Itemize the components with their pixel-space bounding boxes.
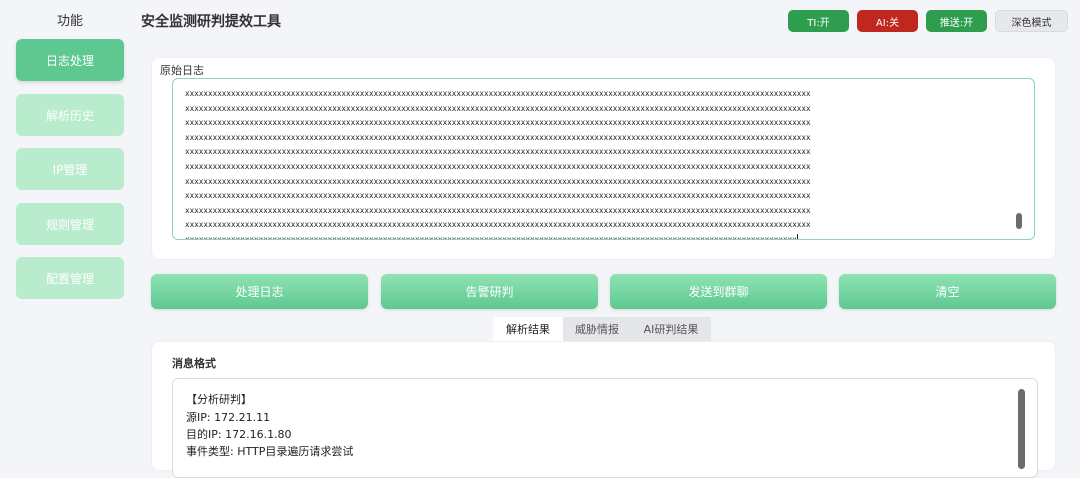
log-line: xxxxxxxxxxxxxxxxxxxxxxxxxxxxxxxxxxxxxxxx… xyxy=(185,118,811,128)
sidebar-item-ip-management[interactable]: IP管理 xyxy=(16,148,124,190)
log-line: xxxxxxxxxxxxxxxxxxxxxxxxxxxxxxxxxxxxxxxx… xyxy=(185,205,811,215)
result-card: 消息格式 【分析研判】 源IP: 172.21.11 目的IP: 172.16.… xyxy=(151,341,1056,478)
text-caret xyxy=(796,234,798,239)
tab-ai-result[interactable]: AI研判结果 xyxy=(631,317,711,341)
raw-log-scrollbar[interactable] xyxy=(1016,213,1022,229)
push-toggle-button[interactable]: 推送:开 xyxy=(926,10,987,32)
log-line: xxxxxxxxxxxxxxxxxxxxxxxxxxxxxxxxxxxxxxxx… xyxy=(185,220,811,230)
result-textarea[interactable]: 【分析研判】 源IP: 172.21.11 目的IP: 172.16.1.80 … xyxy=(172,378,1038,478)
log-line: xxxxxxxxxxxxxxxxxxxxxxxxxxxxxxxxxxxxxxxx… xyxy=(185,161,811,171)
log-line: xxxxxxxxxxxxxxxxxxxxxxxxxxxxxxxxxxxxxxxx… xyxy=(185,89,811,98)
message-format-label: 消息格式 xyxy=(172,357,216,370)
dark-mode-button[interactable]: 深色模式 xyxy=(995,10,1068,32)
log-line-text: xxxxxxxxxxxxxxxxxxxxxxxxxxxxxxxxxxxxxxxx… xyxy=(185,234,797,240)
process-log-button[interactable]: 处理日志 xyxy=(151,274,368,309)
raw-log-label: 原始日志 xyxy=(160,64,204,77)
log-line-last: xxxxxxxxxxxxxxxxxxxxxxxxxxxxxxxxxxxxxxxx… xyxy=(185,233,1007,240)
sidebar-item-log-processing[interactable]: 日志处理 xyxy=(16,39,124,81)
sidebar: 功能 日志处理 解析历史 IP管理 规则管理 配置管理 xyxy=(0,0,140,460)
log-line: xxxxxxxxxxxxxxxxxxxxxxxxxxxxxxxxxxxxxxxx… xyxy=(185,132,811,142)
sidebar-item-rule-management[interactable]: 规则管理 xyxy=(16,203,124,245)
sidebar-title: 功能 xyxy=(56,14,83,29)
clear-button[interactable]: 清空 xyxy=(839,274,1056,309)
raw-log-textarea[interactable]: xxxxxxxxxxxxxxxxxxxxxxxxxxxxxxxxxxxxxxxx… xyxy=(172,78,1035,240)
log-line: xxxxxxxxxxxxxxxxxxxxxxxxxxxxxxxxxxxxxxxx… xyxy=(185,103,811,113)
result-line: 目的IP: 172.16.1.80 xyxy=(186,428,292,441)
result-line: 【分析研判】 xyxy=(186,393,252,406)
log-line: xxxxxxxxxxxxxxxxxxxxxxxxxxxxxxxxxxxxxxxx… xyxy=(185,191,811,201)
result-line: 事件类型: HTTP目录遍历请求尝试 xyxy=(186,445,354,458)
log-line: xxxxxxxxxxxxxxxxxxxxxxxxxxxxxxxxxxxxxxxx… xyxy=(185,147,811,157)
raw-log-content: xxxxxxxxxxxxxxxxxxxxxxxxxxxxxxxxxxxxxxxx… xyxy=(185,87,1007,240)
sidebar-item-config-management[interactable]: 配置管理 xyxy=(16,257,124,299)
result-scrollbar[interactable] xyxy=(1018,389,1025,469)
ti-toggle-button[interactable]: TI:开 xyxy=(788,10,849,32)
alert-judge-button[interactable]: 告警研判 xyxy=(381,274,598,309)
send-to-group-button[interactable]: 发送到群聊 xyxy=(610,274,827,309)
log-line: xxxxxxxxxxxxxxxxxxxxxxxxxxxxxxxxxxxxxxxx… xyxy=(185,176,811,186)
page-title: 安全监测研判提效工具 xyxy=(141,14,281,30)
tab-parse-result[interactable]: 解析结果 xyxy=(493,317,563,341)
ai-toggle-button[interactable]: AI:关 xyxy=(857,10,918,32)
result-line: 源IP: 172.21.11 xyxy=(186,411,271,424)
raw-log-card: 原始日志 xxxxxxxxxxxxxxxxxxxxxxxxxxxxxxxxxxx… xyxy=(151,57,1056,260)
sidebar-item-parse-history[interactable]: 解析历史 xyxy=(16,94,124,136)
tab-threat-intel[interactable]: 威胁情报 xyxy=(563,317,631,341)
